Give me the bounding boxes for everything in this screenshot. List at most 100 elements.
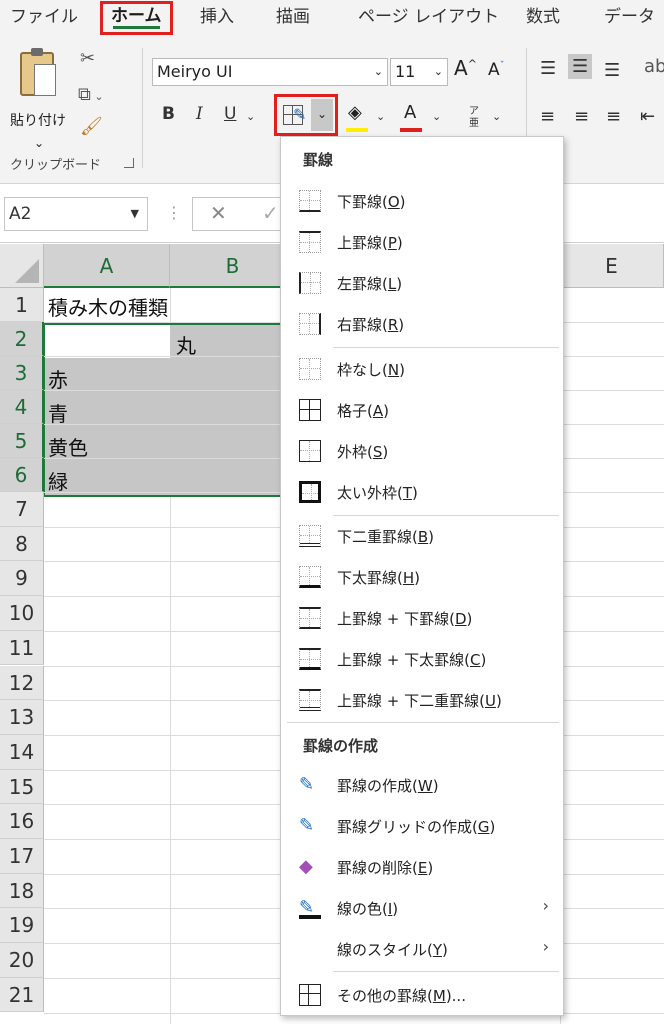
tab-formulas[interactable]: 数式: [526, 4, 560, 34]
menu-item-more-borders[interactable]: その他の罫線(M)...: [281, 977, 563, 1013]
cell-a6[interactable]: 緑: [48, 466, 68, 495]
menu-item-bottom-border[interactable]: 下罫線(O): [281, 183, 563, 219]
menu-item-draw-border[interactable]: ✎ 罫線の作成(W): [281, 767, 563, 803]
underline-button[interactable]: U: [224, 104, 236, 124]
menu-item-label: 罫線の作成(W): [337, 775, 439, 796]
cut-icon[interactable]: ✂: [80, 48, 95, 69]
phonetic-guide-icon[interactable]: ア亜: [466, 106, 482, 130]
row-header-10[interactable]: 10: [0, 596, 44, 631]
decrease-indent-icon[interactable]: ⇤: [640, 106, 655, 127]
font-name-value: Meiryo UI: [157, 62, 233, 81]
menu-item-right-border[interactable]: 右罫線(R): [281, 306, 563, 342]
align-bottom-icon[interactable]: ☰: [604, 60, 620, 81]
row-header-5[interactable]: 5: [0, 424, 44, 458]
menu-item-text: 枠なし(: [337, 361, 388, 379]
cell-a4[interactable]: 青: [48, 398, 68, 427]
align-left-icon[interactable]: ≡: [540, 106, 555, 127]
menu-item-top-border[interactable]: 上罫線(P): [281, 224, 563, 260]
menu-item-suffix: )...: [445, 987, 466, 1005]
tab-page-layout[interactable]: ページ レイアウト: [358, 4, 499, 34]
menu-item-top-double-bottom-border[interactable]: 上罫線 + 下二重罫線(U): [281, 682, 563, 718]
cancel-icon[interactable]: ✕: [210, 201, 227, 225]
row-header-17[interactable]: 17: [0, 839, 44, 874]
row-header-21[interactable]: 21: [0, 977, 44, 1013]
row-header-19[interactable]: 19: [0, 908, 44, 944]
chevron-down-icon[interactable]: ⌄: [492, 110, 501, 123]
menu-item-text: 上罫線 + 下二重罫線(: [337, 692, 485, 710]
tab-insert[interactable]: 挿入: [200, 4, 234, 34]
bold-button[interactable]: B: [162, 104, 175, 124]
row-header-2[interactable]: 2: [0, 322, 44, 356]
column-header-b[interactable]: B: [170, 244, 296, 288]
column-header-e[interactable]: E: [560, 244, 664, 288]
row-header-11[interactable]: 11: [0, 630, 44, 666]
format-painter-icon[interactable]: 🖌: [80, 116, 103, 137]
font-size-select[interactable]: 11 ⌄: [390, 58, 448, 86]
cell-a5[interactable]: 黄色: [48, 432, 88, 461]
menu-item-top-bottom-border[interactable]: 上罫線 + 下罫線(D): [281, 600, 563, 636]
menu-item-line-style[interactable]: 線のスタイル(Y) ›: [281, 931, 563, 967]
menu-item-thick-box-border[interactable]: 太い外枠(T): [281, 474, 563, 510]
borders-button[interactable]: ✎ ⌄: [274, 94, 338, 136]
tab-draw[interactable]: 描画: [276, 4, 310, 34]
row-header-18[interactable]: 18: [0, 873, 44, 909]
increase-font-size-button[interactable]: A^: [454, 56, 477, 80]
column-header-a[interactable]: A: [44, 244, 170, 288]
row-header-13[interactable]: 13: [0, 700, 44, 735]
menu-item-all-borders[interactable]: 格子(A): [281, 392, 563, 428]
row-header-14[interactable]: 14: [0, 734, 44, 770]
row-header-20[interactable]: 20: [0, 943, 44, 978]
row-header-15[interactable]: 15: [0, 769, 44, 805]
cell-b2[interactable]: 丸: [176, 330, 196, 359]
align-center-icon[interactable]: ≡: [574, 106, 589, 127]
row-header-6[interactable]: 6: [0, 458, 44, 492]
row-header-3[interactable]: 3: [0, 356, 44, 390]
row-header-9[interactable]: 9: [0, 561, 44, 597]
menu-item-draw-border-grid[interactable]: ✎ 罫線グリッドの作成(G): [281, 808, 563, 844]
menu-item-top-thick-bottom-border[interactable]: 上罫線 + 下太罫線(C): [281, 641, 563, 677]
row-header-8[interactable]: 8: [0, 526, 44, 562]
menu-item-left-border[interactable]: 左罫線(L): [281, 265, 563, 301]
menu-item-accelerator: S: [372, 443, 383, 461]
menu-item-outside-borders[interactable]: 外枠(S): [281, 433, 563, 469]
menu-item-line-color[interactable]: ✎ 線の色(I) ›: [281, 890, 563, 926]
menu-item-thick-bottom-border[interactable]: 下太罫線(H): [281, 559, 563, 595]
tab-data[interactable]: データ: [604, 4, 655, 34]
align-middle-icon[interactable]: ☰: [568, 54, 593, 79]
align-right-icon[interactable]: ≡: [606, 106, 621, 127]
paste-button[interactable]: 貼り付け ⌄: [8, 48, 68, 160]
italic-button[interactable]: I: [196, 104, 203, 124]
orientation-icon[interactable]: ab: [644, 56, 664, 77]
tab-file[interactable]: ファイル: [10, 4, 78, 34]
align-top-icon[interactable]: ☰: [540, 58, 556, 79]
dialog-launcher-icon[interactable]: [124, 158, 134, 168]
menu-item-suffix: ): [399, 193, 406, 211]
chevron-down-icon: ⌄: [433, 65, 443, 78]
menu-item-no-border[interactable]: 枠なし(N): [281, 351, 563, 387]
menu-item-erase-border[interactable]: ◆ 罫線の削除(E): [281, 849, 563, 885]
menu-item-text: 外枠(: [337, 443, 373, 461]
row-header-12[interactable]: 12: [0, 665, 44, 701]
name-box[interactable]: A2 ▼: [4, 197, 148, 231]
tab-home[interactable]: ホーム: [100, 1, 173, 35]
enter-icon[interactable]: ✓: [262, 201, 279, 225]
select-all-button[interactable]: [0, 244, 44, 288]
fill-color-icon[interactable]: ◈: [348, 102, 362, 123]
copy-icon[interactable]: ⧉ ⌄: [78, 84, 104, 105]
font-color-icon[interactable]: A: [404, 102, 416, 123]
chevron-right-icon: ›: [542, 896, 549, 915]
row-header-7[interactable]: 7: [0, 492, 44, 527]
menu-item-bottom-double-border[interactable]: 下二重罫線(B): [281, 518, 563, 554]
chevron-down-icon[interactable]: ⌄: [376, 110, 385, 123]
row-header-4[interactable]: 4: [0, 390, 44, 424]
font-name-select[interactable]: Meiryo UI ⌄: [152, 58, 388, 86]
borders-dropdown-chevron[interactable]: ⌄: [311, 99, 333, 131]
menu-item-accelerator: H: [402, 569, 415, 587]
row-header-16[interactable]: 16: [0, 804, 44, 839]
decrease-font-size-button[interactable]: Aˇ: [488, 60, 505, 80]
cell-a1[interactable]: 積み木の種類: [48, 292, 168, 321]
chevron-down-icon[interactable]: ⌄: [246, 110, 255, 123]
cell-a3[interactable]: 赤: [48, 364, 68, 393]
chevron-down-icon[interactable]: ⌄: [432, 110, 441, 123]
row-header-1[interactable]: 1: [0, 288, 44, 322]
